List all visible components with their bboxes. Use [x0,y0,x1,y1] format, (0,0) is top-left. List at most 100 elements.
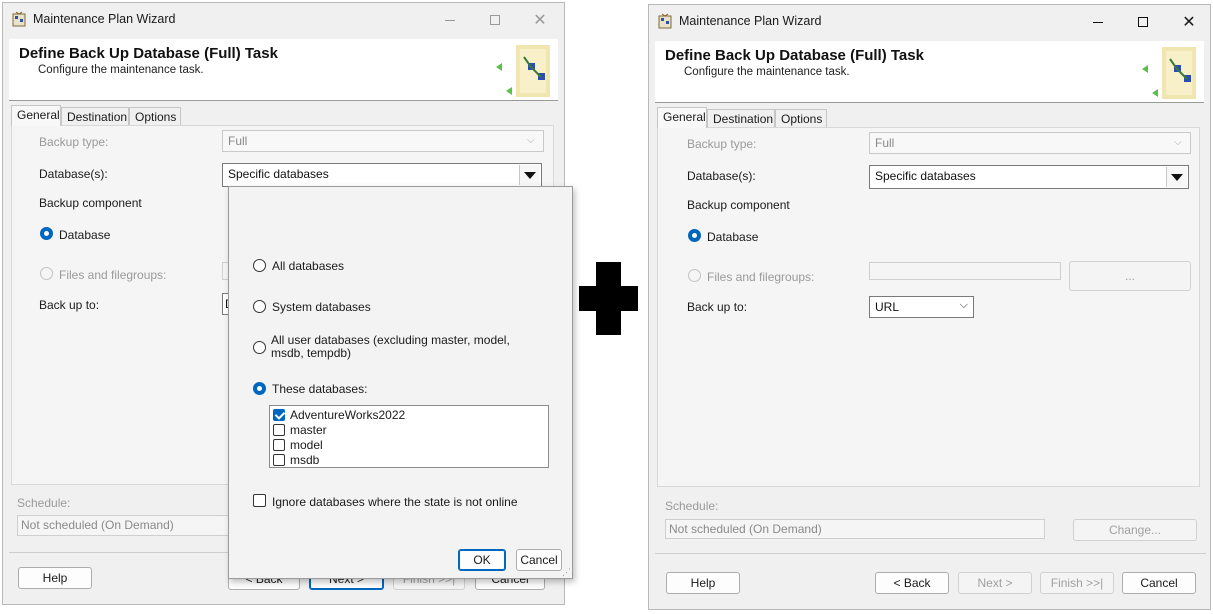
page-subtitle: Configure the maintenance task. [684,66,850,78]
files-filegroups-input[interactable] [869,262,1061,280]
list-item[interactable]: master [271,423,547,438]
ignore-offline-checkbox[interactable] [253,494,266,507]
tab-general[interactable]: General [657,107,707,128]
tab-options[interactable]: Options [775,109,827,127]
system-databases-label: System databases [272,300,371,314]
database-checkbox[interactable] [273,454,285,466]
page-title: Define Back Up Database (Full) Task [19,45,278,62]
files-filegroups-label: Files and filegroups: [707,270,815,284]
databases-dropdown-button[interactable] [519,165,540,185]
database-radio[interactable] [688,229,701,242]
database-radio[interactable] [40,227,53,240]
minimize-icon [1093,21,1103,23]
schedule-value: Not scheduled (On Demand) [669,522,822,536]
close-button[interactable]: ✕ [1167,9,1211,35]
window-title: Maintenance Plan Wizard [33,12,176,26]
database-name: msdb [290,453,320,467]
schedule-value: Not scheduled (On Demand) [21,518,174,532]
title-bar: Maintenance Plan Wizard ✕ [649,5,1210,39]
tab-options[interactable]: Options [129,107,181,125]
database-name: AdventureWorks2022 [290,408,406,422]
next-button[interactable]: Next > [958,572,1032,594]
all-databases-radio[interactable] [253,259,266,272]
page-header: Define Back Up Database (Full) Task Conf… [655,41,1204,103]
database-checkbox[interactable] [273,439,285,451]
back-button[interactable]: < Back [875,572,949,594]
backup-type-label: Backup type: [687,137,757,151]
close-icon: ✕ [1182,14,1196,31]
chevron-down-icon: ⌵ [1174,137,1182,148]
ignore-offline-label: Ignore databases where the state is not … [272,495,518,509]
wizard-window-right: Maintenance Plan Wizard ✕ Define Back Up… [648,4,1211,610]
all-user-databases-label: All user databases (excluding master, mo… [271,333,510,360]
minimize-icon [445,19,455,21]
schedule-field: Not scheduled (On Demand) [665,519,1045,539]
backup-type-combo[interactable]: Full ⌵ [869,132,1191,154]
database-radio-label: Database [59,228,111,242]
databases-label: Database(s): [687,169,756,183]
databases-value: Specific databases [875,169,976,183]
back-up-to-label: Back up to: [687,300,748,314]
general-tab-panel: Backup type: Full ⌵ Database(s): Specifi… [657,127,1200,487]
page-subtitle: Configure the maintenance task. [38,64,204,76]
these-databases-label: These databases: [272,382,368,396]
database-radio-label: Database [707,230,759,244]
database-name: master [290,423,327,437]
change-schedule-button[interactable]: Change... [1073,519,1197,541]
ok-button[interactable]: OK [458,549,506,571]
backup-type-combo[interactable]: Full ⌵ [222,130,544,152]
system-databases-radio[interactable] [253,300,266,313]
databases-combo[interactable]: Specific databases [869,165,1189,189]
backup-type-label: Backup type: [39,135,109,149]
tab-destination[interactable]: Destination [61,107,129,125]
back-up-to-combo[interactable]: URL ⌵ [869,296,974,318]
maintenance-plan-app-icon [12,11,26,27]
backup-component-label: Backup component [39,196,142,210]
databases-dropdown-button[interactable] [1166,167,1187,187]
help-button[interactable]: Help [18,567,92,589]
these-databases-radio[interactable] [253,382,266,395]
tab-general[interactable]: General [11,105,61,126]
popup-cancel-button[interactable]: Cancel [516,549,562,571]
backup-type-value: Full [875,136,895,150]
back-up-to-label: Back up to: [39,298,100,312]
resize-grip-icon[interactable]: ⋰ [562,567,571,578]
list-item[interactable]: model [271,438,547,453]
all-databases-label: All databases [272,259,345,273]
databases-combo[interactable]: Specific databases [222,163,542,187]
database-checkbox[interactable] [273,424,285,436]
files-filegroups-radio[interactable] [688,269,701,282]
page-header: Define Back Up Database (Full) Task Conf… [9,39,558,101]
databases-value: Specific databases [228,167,329,181]
database-selection-popup: All databases System databases All user … [228,186,573,579]
help-button[interactable]: Help [666,572,740,594]
maximize-icon [490,15,500,25]
tab-strip: General Destination Options [657,107,957,128]
maximize-button[interactable] [473,7,517,33]
maximize-button[interactable] [1121,9,1165,35]
maximize-icon [1138,17,1148,27]
minimize-button[interactable] [1076,9,1120,35]
footer-separator [655,553,1206,554]
back-up-to-value: URL [875,300,900,314]
databases-list[interactable]: AdventureWorks2022 master model msdb [269,405,549,468]
chevron-down-icon: ⌵ [959,299,968,311]
cancel-button[interactable]: Cancel [1122,572,1196,594]
close-button[interactable]: ✕ [518,7,562,33]
minimize-button[interactable] [428,7,472,33]
maintenance-plan-app-icon [658,13,672,29]
files-filegroups-browse-button[interactable]: ... [1069,261,1191,291]
page-title: Define Back Up Database (Full) Task [665,47,924,64]
wizard-banner-icon [496,45,550,97]
schedule-label: Schedule: [17,496,71,510]
tab-destination[interactable]: Destination [707,109,775,127]
list-item[interactable]: msdb [271,453,547,468]
database-checkbox[interactable] [273,409,285,421]
all-user-databases-radio[interactable] [253,341,266,354]
dropdown-arrow-icon [524,171,536,179]
files-filegroups-radio[interactable] [40,267,53,280]
plus-horizontal-bar [579,286,638,311]
database-name: model [290,438,323,452]
finish-button[interactable]: Finish >>| [1040,572,1114,594]
list-item[interactable]: AdventureWorks2022 [271,408,547,423]
